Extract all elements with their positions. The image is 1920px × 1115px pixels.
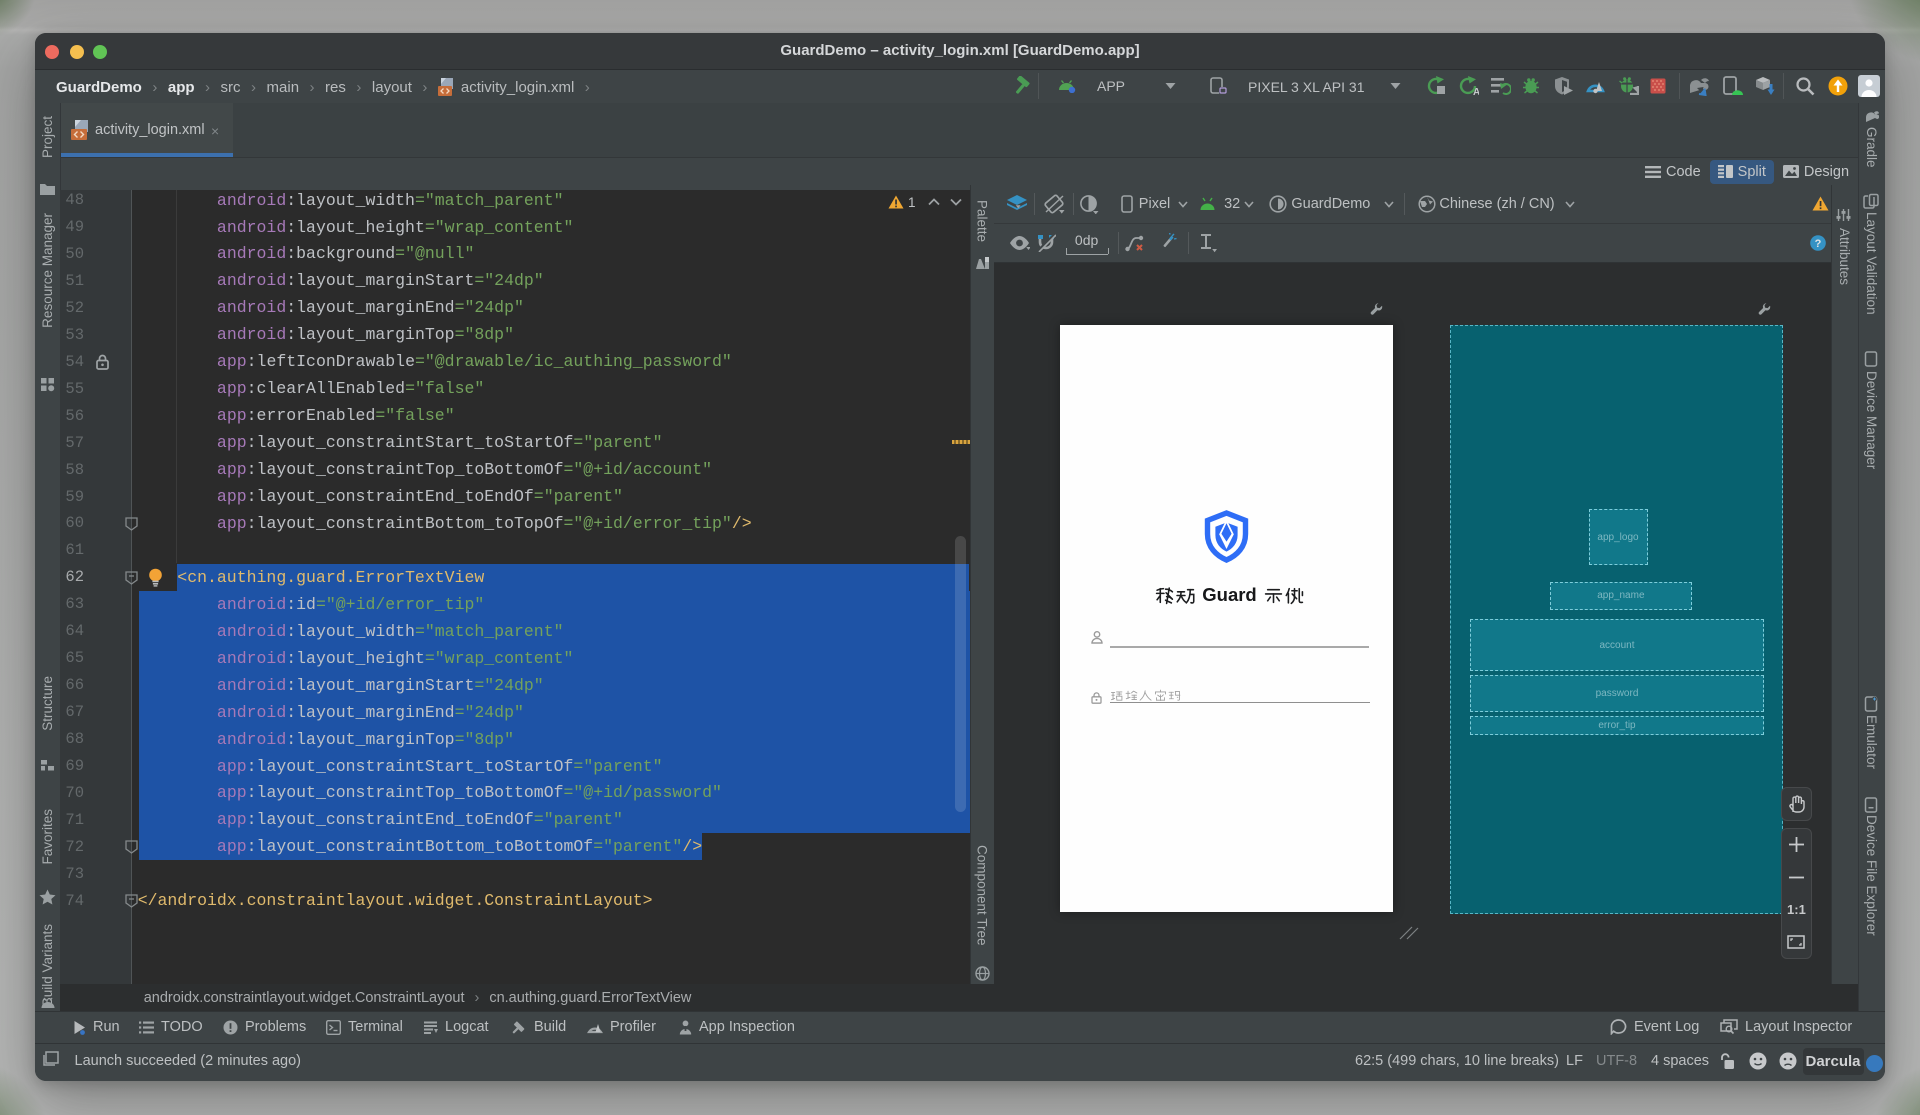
svg-text:A: A xyxy=(1473,87,1479,96)
svg-text:?: ? xyxy=(1815,238,1822,250)
